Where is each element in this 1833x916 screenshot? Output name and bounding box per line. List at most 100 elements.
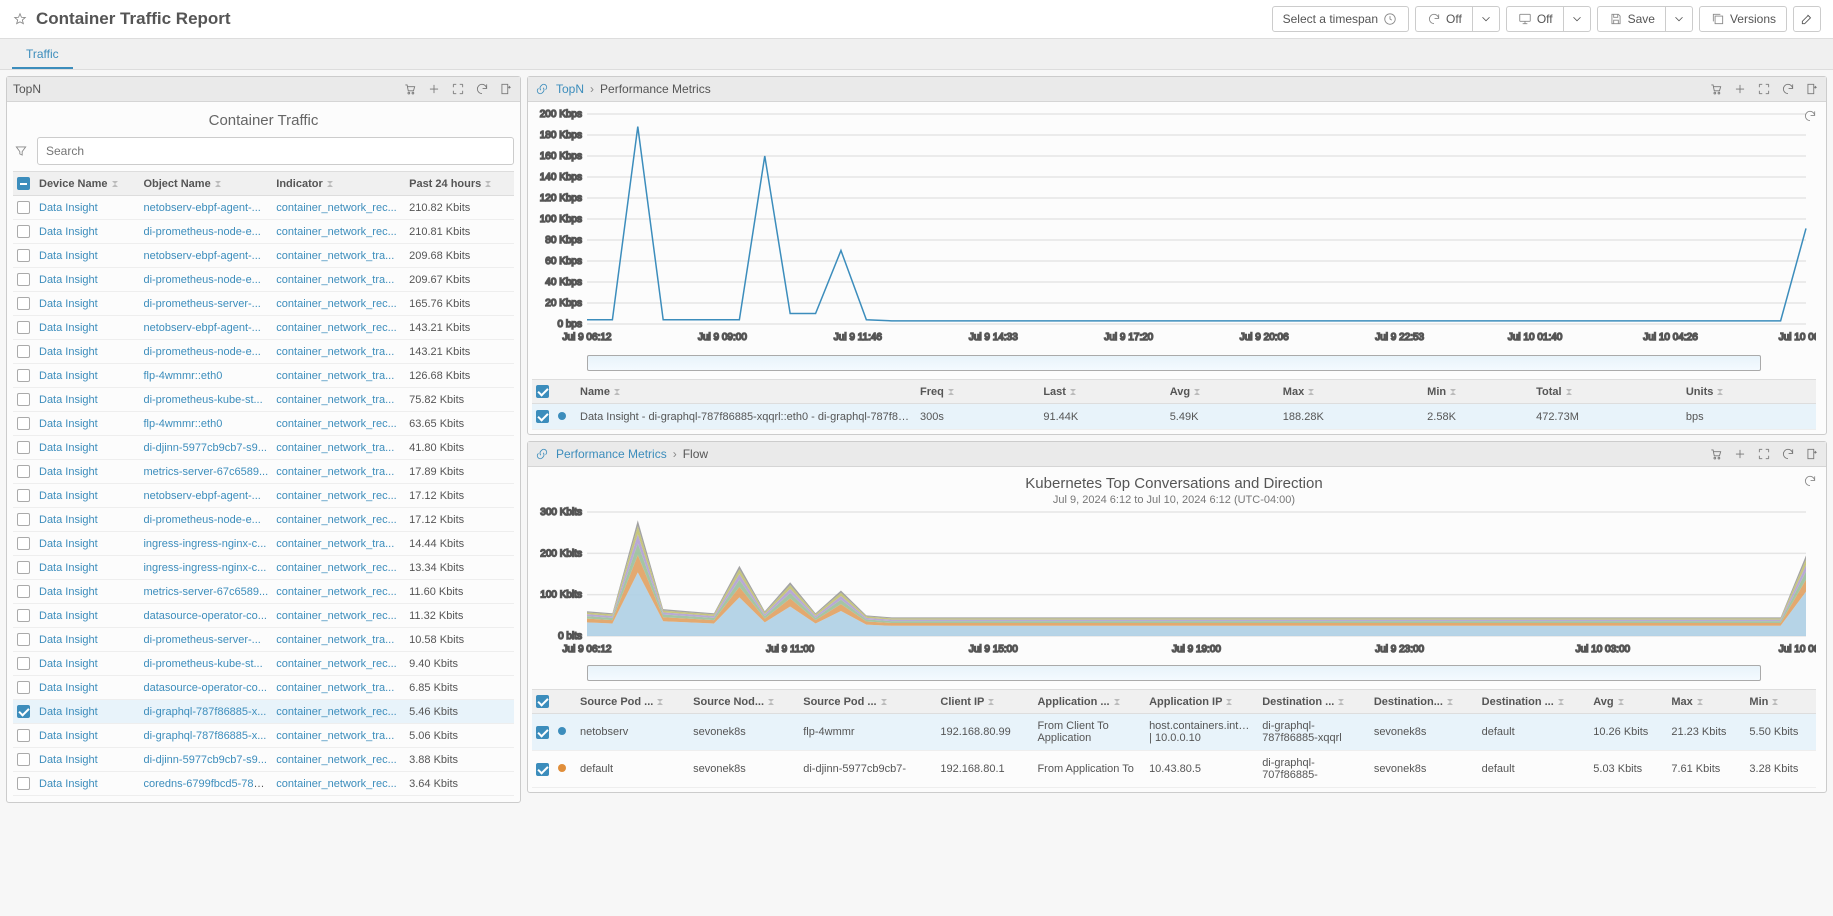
indicator-link[interactable]: container_network_rec... [276,778,396,790]
row-check[interactable] [17,369,30,382]
row-check[interactable] [17,513,30,526]
object-link[interactable]: di-prometheus-node-e... [143,274,260,286]
device-link[interactable]: Data Insight [39,730,98,742]
link-icon[interactable] [534,446,550,462]
device-link[interactable]: Data Insight [39,442,98,454]
indicator-link[interactable]: container_network_rec... [276,658,396,670]
table-row[interactable]: Data Insight netobserv-ebpf-agent-... co… [13,484,514,508]
row-check[interactable] [17,297,30,310]
row-check[interactable] [17,777,30,790]
timespan-button[interactable]: Select a timespan [1272,6,1409,32]
row-check[interactable] [17,441,30,454]
row-check[interactable] [17,273,30,286]
table-row[interactable]: Data Insight netobserv-ebpf-agent-... co… [13,244,514,268]
object-link[interactable]: netobserv-ebpf-agent-... [143,322,260,334]
device-link[interactable]: Data Insight [39,322,98,334]
table-row[interactable]: Data Insight di-graphql-787f86885-x... c… [13,700,514,724]
link-icon[interactable] [534,81,550,97]
object-link[interactable]: di-prometheus-server-... [143,298,260,310]
export-icon[interactable] [1804,446,1820,462]
table-row[interactable]: Data Insight di-prometheus-kube-st... co… [13,652,514,676]
indicator-link[interactable]: container_network_tra... [276,682,394,694]
table-row[interactable]: Data Insight datasource-operator-co... c… [13,676,514,700]
object-link[interactable]: ingress-ingress-nginx-c... [143,538,266,550]
table-row[interactable]: Data Insight di-djinn-5977cb9cb7-s9... c… [13,436,514,460]
col[interactable]: Source Pod ... [576,690,689,714]
row-check[interactable] [17,465,30,478]
indicator-link[interactable]: container_network_tra... [276,466,394,478]
breadcrumb-prev[interactable]: Performance Metrics [556,447,667,461]
indicator-link[interactable]: container_network_rec... [276,298,396,310]
object-link[interactable]: di-djinn-5977cb9cb7-s9... [143,442,267,454]
expand-icon[interactable] [1756,446,1772,462]
refresh-toggle[interactable]: Off [1415,6,1472,32]
cart-icon[interactable] [1708,446,1724,462]
object-link[interactable]: di-prometheus-node-e... [143,514,260,526]
breadcrumb-prev[interactable]: TopN [556,82,584,96]
interval-caret[interactable] [1563,6,1591,32]
indicator-link[interactable]: container_network_rec... [276,514,396,526]
interval-toggle[interactable]: Off [1506,6,1563,32]
indicator-link[interactable]: container_network_rec... [276,202,396,214]
indicator-link[interactable]: container_network_rec... [276,754,396,766]
table-row[interactable]: Data Insight di-prometheus-node-e... con… [13,340,514,364]
object-link[interactable]: netobserv-ebpf-agent-... [143,490,260,502]
row-check[interactable] [17,321,30,334]
col-max[interactable]: Max [1279,380,1423,404]
legend-row-check[interactable] [536,410,549,423]
cart-icon[interactable] [402,81,418,97]
indicator-link[interactable]: container_network_tra... [276,730,394,742]
refresh-caret[interactable] [1472,6,1500,32]
expand-icon[interactable] [450,81,466,97]
indicator-link[interactable]: container_network_tra... [276,394,394,406]
object-link[interactable]: di-prometheus-node-e... [143,346,260,358]
indicator-link[interactable]: container_network_tra... [276,346,394,358]
col[interactable]: Client IP [936,690,1033,714]
device-link[interactable]: Data Insight [39,370,98,382]
table-row[interactable]: Data Insight flp-4wmmr::eth0 container_n… [13,364,514,388]
search-input[interactable] [37,137,514,165]
indicator-link[interactable]: container_network_tra... [276,370,394,382]
object-link[interactable]: metrics-server-67c6589... [143,586,268,598]
object-link[interactable]: di-prometheus-kube-st... [143,658,262,670]
device-link[interactable]: Data Insight [39,202,98,214]
row-check[interactable] [536,763,549,776]
indicator-link[interactable]: container_network_rec... [276,586,396,598]
table-row[interactable]: Data Insight datasource-operator-co... c… [13,604,514,628]
col[interactable]: Destination... [1370,690,1478,714]
tab-traffic[interactable]: Traffic [12,39,73,69]
table-row[interactable]: Data Insight netobserv-ebpf-agent-... co… [13,196,514,220]
plus-icon[interactable] [1732,81,1748,97]
indicator-link[interactable]: container_network_rec... [276,706,396,718]
row-check[interactable] [17,417,30,430]
indicator-link[interactable]: container_network_rec... [276,322,396,334]
device-link[interactable]: Data Insight [39,298,98,310]
col[interactable]: Destination ... [1478,690,1590,714]
legend-select-all[interactable] [536,385,549,398]
table-row[interactable]: Data Insight di-djinn-5977cb9cb7-s9... c… [13,748,514,772]
object-link[interactable]: ingress-ingress-nginx-c... [143,562,266,574]
device-link[interactable]: Data Insight [39,346,98,358]
table-row[interactable]: netobservsevonek8sflp-4wmmr192.168.80.99… [532,714,1816,751]
indicator-link[interactable]: container_network_tra... [276,538,394,550]
edit-button[interactable] [1793,6,1821,32]
row-check[interactable] [17,585,30,598]
save-caret[interactable] [1665,6,1693,32]
col[interactable]: Destination ... [1258,690,1370,714]
indicator-link[interactable]: container_network_rec... [276,226,396,238]
row-check[interactable] [17,393,30,406]
object-link[interactable]: di-graphql-787f86885-x... [143,706,266,718]
save-button[interactable]: Save [1597,6,1665,32]
device-link[interactable]: Data Insight [39,490,98,502]
time-scrubber[interactable] [587,665,1761,681]
row-check[interactable] [17,489,30,502]
object-link[interactable]: di-djinn-5977cb9cb7-s9... [143,754,267,766]
object-link[interactable]: netobserv-ebpf-agent-... [143,250,260,262]
col[interactable]: Application ... [1033,690,1145,714]
table-row[interactable]: Data Insight flp-4wmmr::eth0 container_n… [13,412,514,436]
col-freq[interactable]: Freq [916,380,1039,404]
object-link[interactable]: flp-4wmmr::eth0 [143,418,222,430]
indicator-link[interactable]: container_network_rec... [276,562,396,574]
col-object[interactable]: Object Name [139,172,272,196]
plus-icon[interactable] [426,81,442,97]
